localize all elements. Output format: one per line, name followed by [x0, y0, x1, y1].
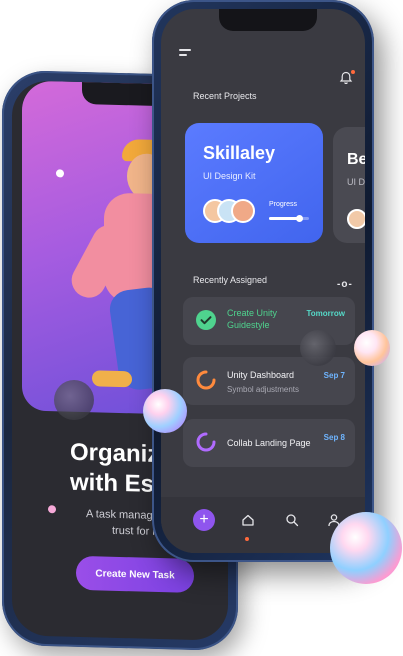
project-name: Skillaley [203, 143, 276, 163]
decor-sphere [143, 389, 187, 433]
project-card-second[interactable]: Be UI D [333, 127, 365, 243]
add-button[interactable]: + [193, 509, 215, 531]
search-icon[interactable] [285, 513, 299, 527]
notification-dot [351, 70, 355, 74]
menu-icon[interactable] [179, 49, 193, 57]
avatar [231, 199, 255, 223]
decor-dot [56, 169, 64, 178]
home-icon[interactable] [241, 513, 255, 527]
progress-ring-icon [196, 432, 216, 452]
character-shoe [92, 370, 132, 388]
decor-sphere [354, 330, 390, 366]
task-title: Collab Landing Page [227, 438, 311, 448]
project-name: Be [347, 151, 365, 168]
check-circle-icon [196, 310, 216, 330]
project-card-skillaley[interactable]: Skillaley UI Design Kit Progress [185, 123, 323, 243]
task-date: Sep 7 [323, 371, 345, 380]
progress-fill [269, 217, 299, 220]
project-subtitle: UI D [347, 177, 365, 187]
recently-assigned-title: Recently Assigned [193, 275, 268, 285]
progress-label: Progress [269, 201, 298, 208]
decor-sphere [300, 330, 336, 366]
dashboard-phone: Recent Projects Skillaley UI Design Kit … [152, 0, 374, 562]
decor-sphere [54, 380, 94, 420]
task-title: Create Unity Guidestyle [227, 308, 278, 330]
task-date: Tomorrow [306, 309, 345, 318]
task-subtitle: Symbol adjustments [227, 385, 300, 394]
task-item[interactable]: Unity Dashboard Symbol adjustments Sep 7 [183, 357, 355, 405]
progress-bar [269, 215, 309, 222]
decor-sphere [330, 512, 402, 584]
task-item[interactable]: Collab Landing Page Sep 8 [183, 419, 355, 467]
decor-dot [48, 505, 56, 514]
task-date: Sep 8 [323, 433, 345, 442]
progress-ring-icon [196, 370, 216, 390]
more-options-icon[interactable]: -o- [337, 279, 353, 290]
dashboard-screen: Recent Projects Skillaley UI Design Kit … [161, 9, 365, 553]
create-new-task-button[interactable]: Create New Task [76, 555, 194, 593]
avatar [347, 209, 365, 229]
phone-notch [219, 9, 317, 31]
active-tab-indicator [245, 537, 249, 541]
progress-knob [296, 215, 303, 222]
task-title: Unity Dashboard [227, 370, 295, 380]
project-subtitle: UI Design Kit [203, 171, 256, 181]
recent-projects-title: Recent Projects [193, 91, 257, 101]
